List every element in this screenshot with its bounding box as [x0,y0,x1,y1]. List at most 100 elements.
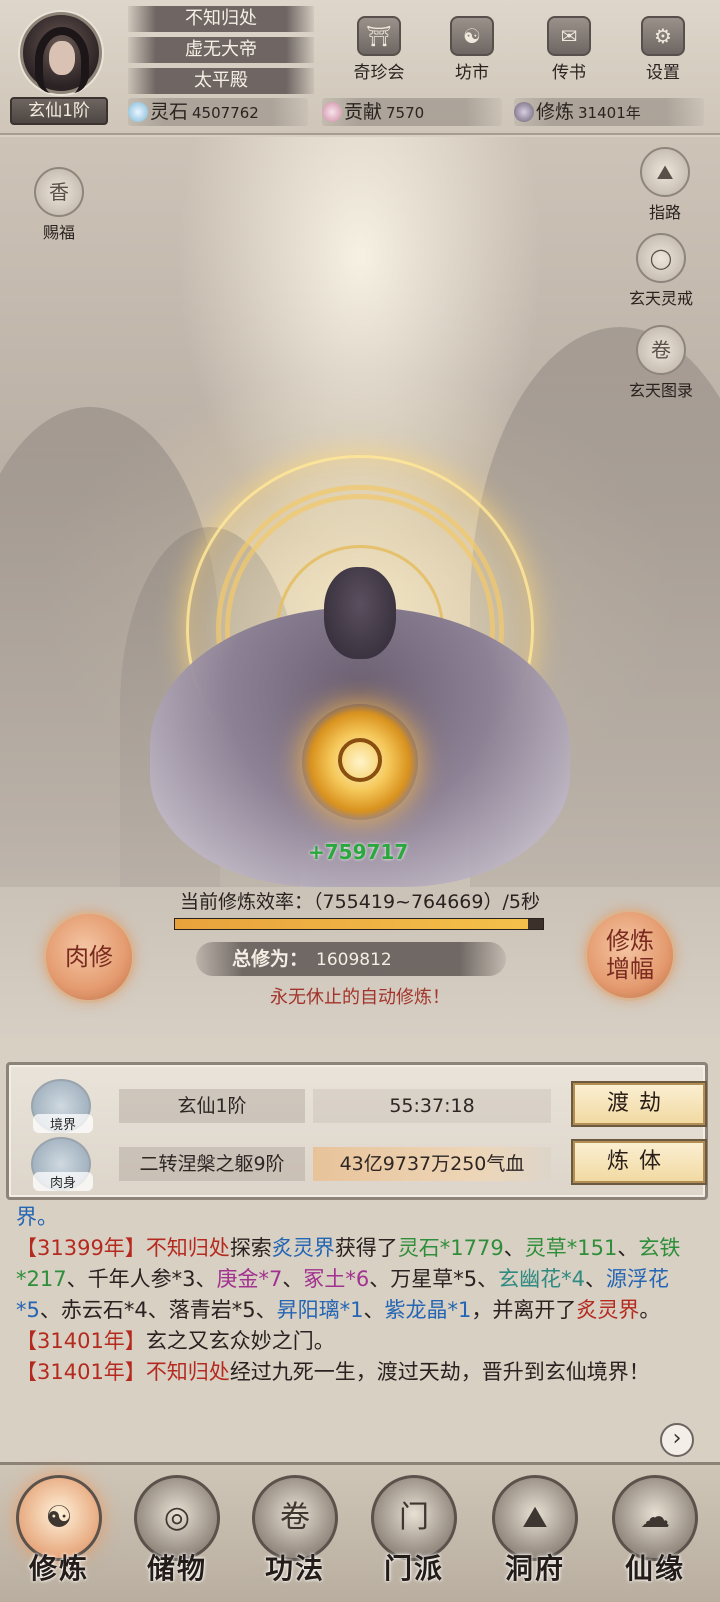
log-text: 、 [503,1236,525,1260]
tribulation-button[interactable]: 渡劫 [573,1083,705,1125]
log-item: 灵石*1779 [397,1236,504,1260]
realm-name: 玄仙1阶 [119,1089,305,1123]
meditation-icon [514,102,534,122]
gear-icon: ⚙ [641,16,685,56]
boost-label-line2: 增幅 [606,955,654,983]
player-hall: 太平殿 [128,68,314,94]
meditating-sage-head [324,567,396,659]
spirit-ring-label: 玄天灵戒 [628,289,693,308]
player-title: 虚无大帝 [128,37,314,63]
body-cultivation-button[interactable]: 肉修 [43,911,135,1003]
nav-techniques[interactable]: 卷 功法 [240,1475,350,1601]
cultivation-years-value: 31401年 [578,104,641,122]
body-refine-button[interactable]: 炼体 [573,1141,705,1183]
cultivation-progress-bar [174,918,544,930]
spirit-ring-button[interactable]: ◯ 玄天灵戒 [618,233,704,309]
log-item: 昇阳璃*1 [276,1298,364,1322]
settings-button[interactable]: ⚙ 设置 [624,16,702,86]
log-text: 、 [617,1236,639,1260]
blessing-button[interactable]: 香 赐福 [16,167,102,243]
spirit-stone-label: 灵石 [150,101,189,123]
blessing-label: 赐福 [42,223,75,242]
log-text: 、 [282,1267,304,1291]
player-name: 不知归处 [128,6,314,32]
total-cultivation-label: 总修为： [232,948,309,970]
bottom-nav: ☯ 修炼 ◎ 储物 卷 功法 门 门派 ⛰ 洞府 ☁ 仙缘 [0,1462,720,1602]
event-log: 界。 【31399年】不知归处探索炙灵界获得了灵石*1779、灵草*151、玄铁… [16,1202,706,1460]
log-entry: 【31401年】不知归处经过九死一生，渡过天劫，晋升到玄仙境界！ [16,1357,706,1388]
log-text: 探索 [229,1236,272,1260]
nav-cultivate[interactable]: ☯ 修炼 [4,1475,114,1601]
log-text: 经过九死一生，渡过天劫，晋升到玄仙境界！ [229,1360,650,1384]
log-text: 、千年人参*3、 [66,1267,217,1291]
log-fragment: 界。 [16,1205,58,1229]
log-entry: 【31399年】不知归处探索炙灵界获得了灵石*1779、灵草*151、玄铁*21… [16,1233,706,1326]
log-text: 获得了 [334,1236,398,1260]
golden-core-orb[interactable] [302,704,418,820]
nav-cave-abode-label: 洞府 [504,1552,565,1585]
body-realm-name: 二转涅槃之躯9阶 [119,1147,305,1181]
incense-burner-icon: 香 [34,167,84,217]
top-header: 玄仙1阶 不知归处 虚无大帝 太平殿 ⛩ 奇珍会 ☯ 坊市 ✉ 传书 ⚙ 设置 … [0,0,720,135]
nav-cave-abode[interactable]: ⛰ 洞府 [480,1475,590,1601]
realm-icon-label: 境界 [33,1114,93,1133]
log-year: 【31401年】 [16,1329,146,1353]
market-button[interactable]: ☯ 坊市 [433,16,511,86]
log-item: 灵草*151 [524,1236,618,1260]
log-text: 、赤云石*4、落青岩*5、 [39,1298,277,1322]
guide-button[interactable]: ⛰ 指路 [622,147,708,223]
cultivation-boost-button[interactable]: 修炼 增幅 [584,909,676,1001]
cultivation-efficiency-label: 当前修炼效率：（755419~764669）/5秒 [180,891,540,913]
body-icon: 肉身 [31,1137,93,1191]
orb-sigil [338,738,382,782]
atlas-button[interactable]: 卷 玄天图录 [618,325,704,401]
realm-icon: 境界 [31,1079,93,1133]
log-text: 玄之又玄众妙之门。 [145,1329,335,1353]
avatar[interactable] [20,12,102,94]
market-label: 坊市 [455,63,489,83]
nav-sect[interactable]: 门 门派 [359,1475,469,1601]
guide-label: 指路 [648,203,681,222]
boost-label-line1: 修炼 [606,927,654,955]
nav-storage[interactable]: ◎ 储物 [122,1475,232,1601]
contribution-value: 7570 [386,104,425,122]
cultivation-years-counter: 修炼 31401年 [514,98,704,126]
log-text: 、 [584,1267,606,1291]
log-text: 、 [363,1298,385,1322]
nav-storage-label: 储物 [146,1552,207,1585]
log-player-name: 不知归处 [145,1360,230,1384]
ring-icon: ◯ [636,233,686,283]
log-item: 紫龙晶*1 [384,1298,472,1322]
tribulation-timer: 55:37:18 [313,1089,551,1123]
contribution-label: 贡献 [344,101,383,123]
atlas-label: 玄天图录 [628,381,693,400]
total-cultivation-bar: 总修为： 1609812 [196,942,506,976]
cultivation-scene: +759717 当前修炼效率：（755419~764669）/5秒 总修为： 16… [0,137,720,1037]
body-row: 肉身 二转涅槃之躯9阶 43亿9737万250气血 炼体 [23,1137,705,1191]
scroll-icon: 卷 [636,325,686,375]
status-panel: 境界 玄仙1阶 55:37:18 渡劫 肉身 二转涅槃之躯9阶 43亿9737万… [6,1062,708,1200]
log-text: ，并离开了 [471,1298,577,1322]
log-year: 【31401年】 [16,1360,146,1384]
nav-techniques-label: 功法 [264,1552,325,1585]
body-icon-label: 肉身 [33,1172,93,1191]
player-avatar-frame[interactable] [8,6,118,98]
body-cultivation-label: 肉修 [65,943,113,971]
log-text: 、万星草*5、 [369,1267,499,1291]
log-year: 【31399年】 [16,1236,146,1260]
cultivation-years-label: 修炼 [536,101,575,123]
log-scroll-arrow-icon[interactable]: › [660,1423,694,1457]
treasure-auction-label: 奇珍会 [353,63,405,83]
nav-immortal-fate-label: 仙缘 [624,1552,685,1585]
nav-immortal-fate[interactable]: ☁ 仙缘 [600,1475,710,1601]
mountain-peak-icon: ⛰ [640,147,690,197]
log-place: 炙灵界 [271,1236,335,1260]
spirit-stone-value: 4507762 [192,104,259,122]
spirit-stone-icon [128,102,148,122]
treasure-auction-button[interactable]: ⛩ 奇珍会 [340,16,418,86]
realm-row: 境界 玄仙1阶 55:37:18 渡劫 [23,1079,705,1133]
log-entry: 【31401年】玄之又玄众妙之门。 [16,1326,706,1357]
cultivation-progress-fill [175,919,529,929]
log-player-name: 不知归处 [145,1236,230,1260]
messages-button[interactable]: ✉ 传书 [530,16,608,86]
